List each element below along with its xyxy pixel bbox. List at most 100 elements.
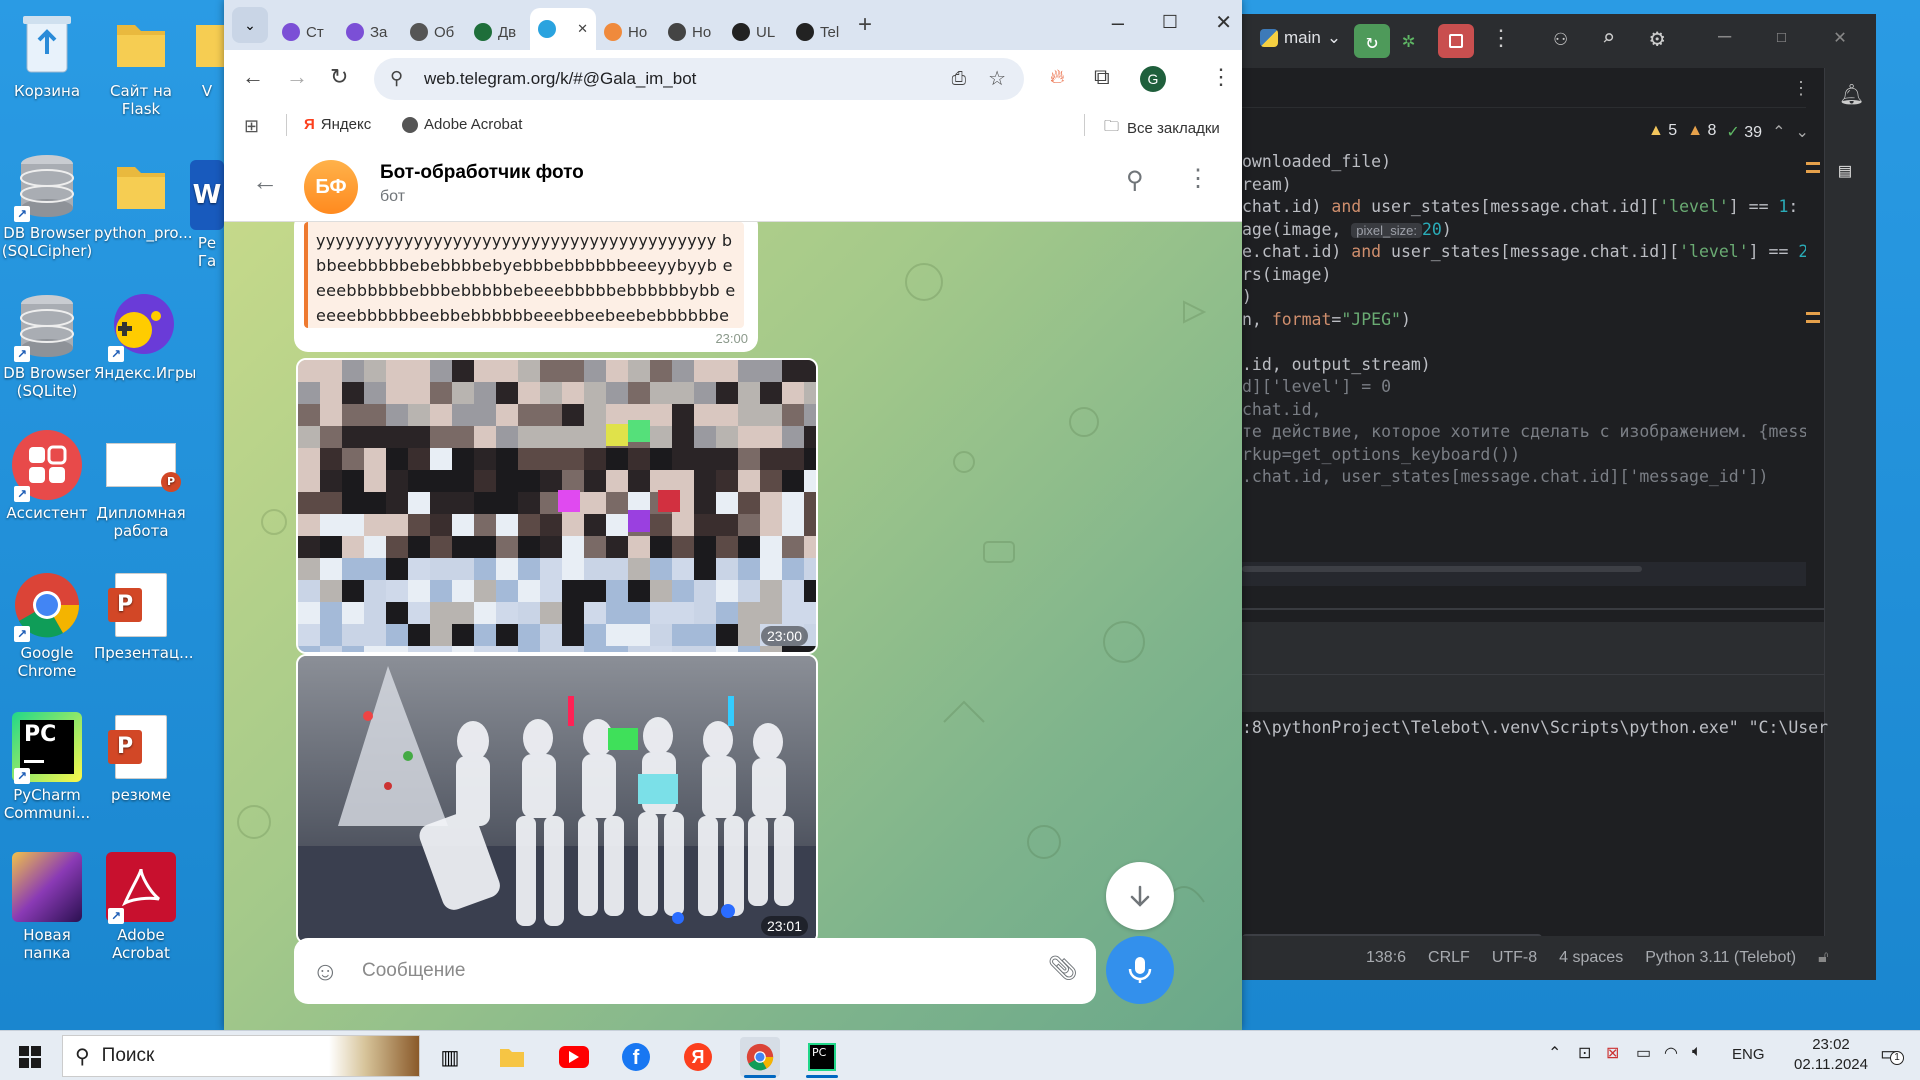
branch-selector[interactable]: main ⌄ [1260,28,1341,48]
more-vertical-icon[interactable]: ⋮ [1186,164,1210,193]
line-separator[interactable]: CRLF [1428,949,1470,967]
debug-icon[interactable]: ✲ [1402,28,1415,53]
facebook-icon[interactable]: f [616,1037,656,1077]
settings-icon[interactable]: ⚙ [1650,24,1664,52]
tray-app-icon[interactable]: ⊡ [1578,1043,1591,1063]
bookmark-yandex[interactable]: Я Яндекс [304,116,371,133]
caret-position[interactable]: 138:6 [1366,949,1406,967]
desktop-icon-diploma[interactable]: P Дипломная работа [94,430,188,540]
task-view-icon[interactable]: ▥ [430,1037,470,1077]
more-vertical-icon[interactable]: ⋮ [1792,78,1810,99]
close-icon[interactable]: ✕ [1834,24,1846,48]
maximize-icon[interactable]: ☐ [1162,12,1178,33]
reload-icon[interactable]: ↻ [330,64,348,90]
minimize-icon[interactable]: – [1112,10,1124,36]
chat-avatar[interactable]: БФ [304,160,358,214]
youtube-icon[interactable] [554,1037,594,1077]
apps-grid-icon[interactable]: ⊞ [244,116,259,137]
notification-center-icon[interactable]: ▭ 1 [1880,1041,1904,1066]
photo-message-pixelated[interactable]: 23:00 [296,358,818,654]
text-message-bubble[interactable]: yyyyyyyyyyyyyyyyyyyyyyyyyyyyyyyyyyyyyyyy… [294,222,758,352]
chrome-window[interactable]: ⌄ Ст За Об Дв ✕ Но Но UL Tel + – ☐ ✕ ← → ↻ ⚲ web… [224,0,1242,1030]
desktop-icon-assistant[interactable]: ↗ Ассистент [0,430,94,522]
back-arrow-icon[interactable]: ← [252,166,278,197]
start-button[interactable] [10,1037,50,1077]
forward-icon[interactable]: → [286,64,308,90]
desktop-icon-flask-site[interactable]: Сайт на Flask [94,8,188,118]
browser-tab[interactable]: UL [724,14,788,50]
indent-setting[interactable]: 4 spaces [1559,949,1623,967]
browser-tab[interactable]: Но [660,14,724,50]
taskbar-search[interactable]: ⚲ Поиск [62,1035,420,1077]
lock-icon[interactable]: 🔓︎ [1818,949,1828,967]
desktop-icon-yandex-games[interactable]: ↗ Яндекс.Игры [94,290,196,382]
desktop-icon-new-folder[interactable]: Новая папка [0,852,94,962]
tab-search-icon[interactable]: ⌄ [232,7,268,43]
new-tab-icon[interactable]: + [858,11,872,39]
menu-icon[interactable]: ⋮ [1210,64,1232,90]
search-icon[interactable]: ⌕ [1602,26,1615,51]
stop-icon[interactable] [1438,24,1474,58]
back-icon[interactable]: ← [242,64,264,90]
desktop-icon-python-project[interactable]: python_pro... [94,150,193,242]
pycharm-taskbar-icon[interactable]: PC [802,1037,842,1077]
battery-icon[interactable]: ▭ [1636,1043,1651,1063]
desktop-icon-db-browser-sqlite[interactable]: ↗ DB Browser (SQLite) [0,290,94,400]
browser-tab[interactable]: Но [596,14,660,50]
file-encoding[interactable]: UTF-8 [1492,949,1537,967]
browser-tab[interactable]: Дв [466,14,530,50]
chat-area[interactable]: yyyyyyyyyyyyyyyyyyyyyyyyyyyyyyyyyyyyyyyy… [224,222,1242,1030]
close-icon[interactable]: ✕ [1215,10,1232,35]
python-interpreter[interactable]: Python 3.11 (Telebot) [1645,949,1796,967]
attach-icon[interactable]: 📎︎ [1048,954,1078,983]
desktop-icon-partial[interactable]: V [190,8,224,100]
chevron-up-icon[interactable]: ⌃ [1772,122,1785,142]
notifications-icon[interactable]: 🔔︎ [1839,82,1864,106]
scroll-down-button[interactable] [1106,862,1174,930]
maximize-icon[interactable]: ☐ [1776,26,1787,47]
browser-tab[interactable]: Tel [788,14,852,50]
chrome-taskbar-icon[interactable] [740,1037,780,1077]
bookmark-acrobat[interactable]: Adobe Acrobat [402,116,522,133]
wifi-icon[interactable]: ◠ [1664,1043,1678,1063]
chevron-down-icon[interactable]: ⌄ [1795,122,1808,142]
desktop-icon-word-partial[interactable]: W Ре Га [190,160,224,270]
tab-close-icon[interactable]: ✕ [577,21,588,37]
omnibox[interactable]: ⚲ web.telegram.org/k/#@Gala_im_bot ⎙ ☆ [374,58,1024,100]
add-user-icon[interactable]: ⚇ [1554,26,1567,51]
language-indicator[interactable]: ENG [1732,1046,1765,1063]
browser-tab[interactable]: За [338,14,402,50]
desktop-icon-google-chrome[interactable]: ↗ Google Chrome [0,570,94,680]
desktop-icon-resume[interactable]: P резюме [94,712,188,804]
browser-tab[interactable]: Ст [274,14,338,50]
url-text[interactable]: web.telegram.org/k/#@Gala_im_bot [424,69,696,89]
desktop-icon-adobe-acrobat[interactable]: ↗ Adobe Acrobat [94,852,188,962]
toolbox-icon[interactable]: ▤ [1839,158,1851,182]
yandex-browser-icon[interactable]: Я [678,1037,718,1077]
browser-tab[interactable]: Об [402,14,466,50]
file-explorer-icon[interactable] [492,1037,532,1077]
install-app-icon[interactable]: ⎙ [952,68,966,89]
horizontal-scrollbar[interactable] [1242,566,1642,572]
desktop-icon-recycle-bin[interactable]: Корзина [0,8,94,100]
volume-icon[interactable]: 🔈︎ [1692,1043,1702,1061]
message-input[interactable]: Сообщение [362,960,465,982]
chat-title[interactable]: Бот-обработчик фото [380,162,584,184]
photo-message-inverted[interactable]: 23:01 [296,654,818,944]
rerun-icon[interactable]: ↻ [1354,24,1390,58]
search-icon[interactable]: ⚲ [1126,166,1144,195]
clock[interactable]: 23:02 02.11.2024 [1790,1035,1872,1075]
extensions-icon[interactable]: ⧉ [1094,64,1110,90]
desktop-icon-pycharm[interactable]: PC ↗ PyCharm Communi... [0,712,94,822]
desktop-icon-db-browser-sqlcipher[interactable]: ↗ DB Browser (SQLCipher) [0,150,94,260]
emoji-icon[interactable]: ☺ [312,956,339,987]
browser-tab[interactable]: ✕ [530,8,596,50]
message-composer[interactable]: ☺ Сообщение 📎︎ [294,938,1096,1004]
inspections-widget[interactable]: ▲ 5 ▲ 8 ✓ 39 ⌃ ⌄ [1648,122,1809,142]
extension-fire-icon[interactable]: 🔥︎ [1050,66,1065,89]
bookmark-star-icon[interactable]: ☆ [988,66,1006,91]
more-vertical-icon[interactable]: ⋮ [1490,26,1512,51]
all-bookmarks[interactable]: 🗀︎ Все закладки [1104,116,1220,141]
voice-record-button[interactable] [1106,936,1174,1004]
pycharm-window[interactable]: main ⌄ ↻ ✲ ⋮ ⚇ ⌕ ⚙ – ☐ ✕ ⋮ 🔔︎ ▤ ▲ 5 ▲ 8 … [1242,14,1876,980]
